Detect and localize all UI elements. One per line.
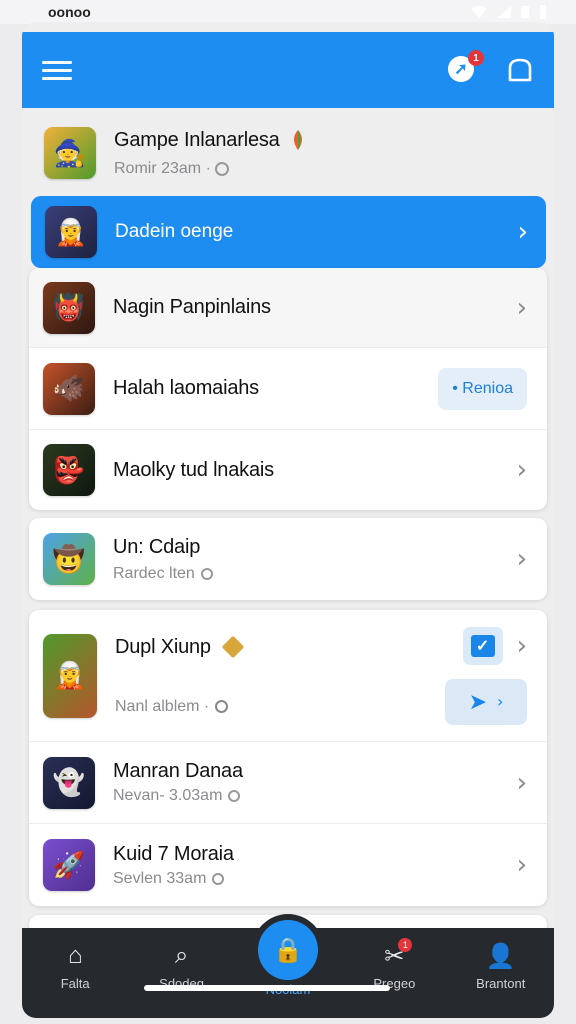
list-item-subtitle: Rardec lten xyxy=(113,564,195,582)
signal-icon xyxy=(497,6,511,18)
chevron-right-icon: › xyxy=(516,850,527,880)
select-checkbox[interactable]: ✓ xyxy=(462,626,503,665)
game-puzzle-icon: 👻 xyxy=(43,756,95,809)
check-circle-icon xyxy=(215,700,229,713)
list-item-title: Nagin Panpinlains xyxy=(113,296,271,318)
notifications-button[interactable]: ➚ 1 xyxy=(448,50,484,84)
wifi-icon xyxy=(471,6,487,18)
chevron-right-icon: › xyxy=(516,544,527,574)
game-orc-icon: 🐗 xyxy=(43,362,95,415)
list-item-title: Maolky tud lnakais xyxy=(113,458,274,481)
selected-game-row[interactable]: 🧝 Dadein oenge › xyxy=(31,196,546,268)
list-item-subtitle: Nevan- 3.03am xyxy=(113,787,223,804)
nav-label: Brantont xyxy=(476,976,526,991)
game-list-group-2: 🤠 Un: Cdaip Rardec lten › xyxy=(29,518,547,600)
game-monster-icon: 👹 xyxy=(43,281,95,334)
list-item-title: Un: Cdaip xyxy=(113,535,201,558)
clock-icon xyxy=(214,161,229,176)
chevron-right-icon: › xyxy=(516,767,527,798)
featured-game-title: Gampe Inlanarlesa xyxy=(114,128,280,151)
bag-icon: 🔒 xyxy=(257,920,318,980)
chevron-right-icon: › xyxy=(497,692,504,711)
status-pill[interactable]: • Renioa xyxy=(438,367,527,410)
bottom-navigation: ⌂ Falta ⌕ Sdodeg 🔒 Noolam ✂1 Pregeo 👤 Br… xyxy=(22,920,554,1018)
list-item-title: Dupl Xiunp xyxy=(115,635,211,658)
pointer-icon: ➤ xyxy=(468,688,488,714)
battery-icon-2 xyxy=(540,5,546,19)
selected-game-title: Dadein oenge xyxy=(115,221,234,242)
notification-badge: 1 xyxy=(468,50,484,66)
battery-icon xyxy=(521,6,529,18)
nav-badge: 1 xyxy=(398,938,413,952)
clock-icon xyxy=(228,790,241,802)
tools-icon: ✂ 1 xyxy=(384,938,413,970)
app-bar: ➚ 1 xyxy=(22,32,554,108)
list-item[interactable]: 🐗 Halah laomaiahs • Renioa xyxy=(29,348,547,430)
list-item[interactable]: 👹 Nagin Panpinlains › xyxy=(29,268,547,348)
featured-game-subtitle: Romir 23am · xyxy=(114,159,211,177)
list-item[interactable]: 🚀 Kuid 7 Moraia Sevlen 33am › xyxy=(29,824,547,906)
game-adventure-icon: 🤠 xyxy=(43,533,95,585)
game-hero-icon: 🧙 xyxy=(44,127,96,179)
list-item[interactable]: 🧝 Dupl Xiunp Nanl alblem · ✓ › ➤ › xyxy=(29,610,547,742)
app-window: ➚ 1 🧙 Gampe Inlanarlesa Romir 23am · 🧝 D… xyxy=(22,22,554,1018)
list-item[interactable]: 👺 Maolky tud lnakais › xyxy=(29,430,547,510)
search-icon: ⌕ xyxy=(174,942,189,969)
chevron-right-icon: › xyxy=(516,630,527,661)
list-item-subtitle: Sevlen 33am xyxy=(113,869,207,887)
list-item[interactable]: 🤠 Un: Cdaip Rardec lten › xyxy=(29,518,547,600)
nav-item-search[interactable]: ⌕ Sdodeg xyxy=(137,942,227,991)
game-list-group-1: 👹 Nagin Panpinlains › 🐗 Halah laomaiahs … xyxy=(29,268,547,510)
chevron-right-icon: › xyxy=(516,292,527,323)
nav-item-profile[interactable]: 👤 Brantont xyxy=(456,942,546,991)
list-item-title: Manran Danaa xyxy=(113,760,243,782)
nav-item-home[interactable]: ⌂ Falta xyxy=(30,942,120,991)
game-goblin-icon: 👺 xyxy=(43,444,95,496)
shop-icon[interactable] xyxy=(506,56,534,84)
home-indicator xyxy=(144,985,390,991)
coin-icon xyxy=(221,635,245,659)
status-time: oonoo xyxy=(48,4,91,20)
nav-item-tools[interactable]: ✂ 1 Pregeo xyxy=(349,938,439,991)
home-icon: ⌂ xyxy=(67,942,83,969)
leaf-icon xyxy=(293,130,302,150)
game-warrior-icon: 🧝 xyxy=(43,633,97,718)
menu-icon[interactable] xyxy=(42,59,72,81)
chevron-right-icon: › xyxy=(516,455,527,485)
list-item-subtitle: Nanl alblem · xyxy=(115,697,210,715)
profile-icon: 👤 xyxy=(485,943,516,970)
list-item-title: Kuid 7 Moraia xyxy=(113,842,234,865)
clock-icon xyxy=(212,872,225,885)
status-bar: oonoo xyxy=(0,0,576,24)
game-rocket-icon: 🚀 xyxy=(43,839,95,891)
nav-label: Falta xyxy=(60,976,90,991)
play-action-button[interactable]: ➤ › xyxy=(445,678,527,725)
featured-game-header[interactable]: 🧙 Gampe Inlanarlesa Romir 23am · xyxy=(22,108,554,198)
game-wizard-icon: 🧝 xyxy=(45,206,97,258)
game-list-group-3: 🧝 Dupl Xiunp Nanl alblem · ✓ › ➤ › 👻 Man… xyxy=(29,610,547,906)
list-item-title: Halah laomaiahs xyxy=(113,377,259,399)
list-item[interactable]: 👻 Manran Danaa Nevan- 3.03am › xyxy=(29,742,547,824)
status-icons xyxy=(470,5,548,19)
checkmark-icon: ✓ xyxy=(470,634,495,657)
chevron-right-icon: › xyxy=(517,217,528,247)
clock-icon xyxy=(200,567,213,580)
